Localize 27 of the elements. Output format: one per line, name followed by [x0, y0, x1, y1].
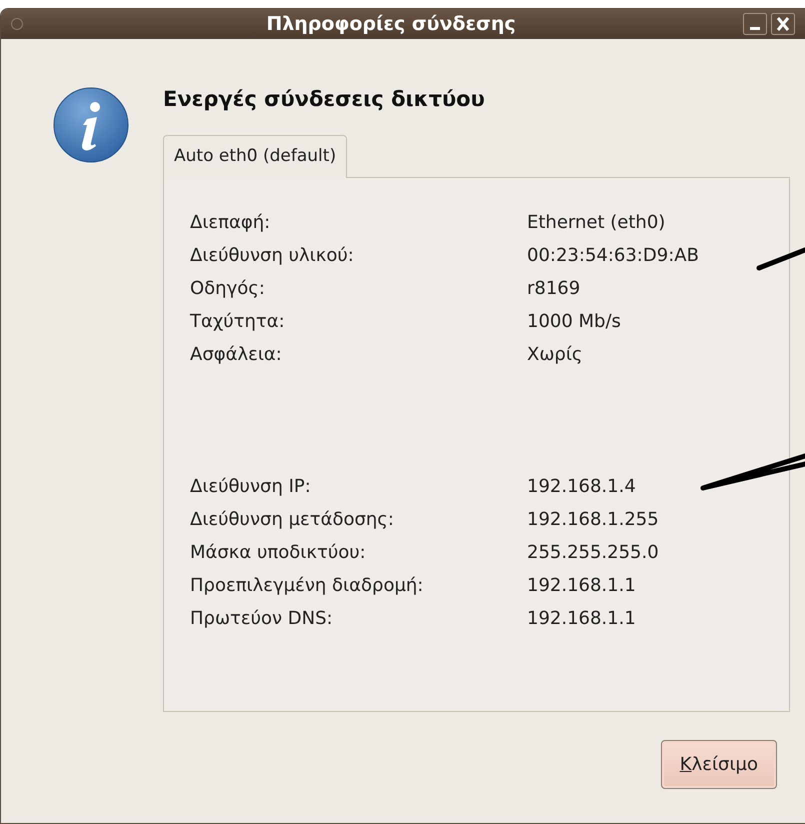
field-value: 192.168.1.255 — [527, 508, 659, 532]
field-label: Οδηγός: — [190, 277, 265, 301]
field-label: Πρωτεύον DNS: — [190, 607, 333, 631]
field-value: 255.255.255.0 — [527, 541, 659, 565]
field-label: Διεύθυνση μετάδοσης: — [190, 508, 394, 532]
field-label: Διεύθυνση υλικού: — [190, 244, 354, 268]
window-title: Πληροφορίες σύνδεσης — [265, 13, 517, 35]
field-label: Διεύθυνση IP: — [190, 475, 311, 499]
field-label: Ταχύτητα: — [190, 310, 285, 334]
field-label: Μάσκα υποδικτύου: — [190, 541, 366, 565]
field-value: 00:23:54:63:D9:AB — [527, 244, 699, 268]
section-heading: Ενεργές σύνδεσεις δικτύου — [163, 87, 486, 111]
close-button[interactable]: Κλείσιμο — [660, 740, 777, 789]
connection-tab[interactable]: Auto eth0 (default) — [163, 135, 348, 178]
leader-line — [756, 246, 805, 272]
field-value: Χωρίς — [527, 343, 582, 367]
minimize-icon[interactable] — [743, 13, 767, 35]
field-label: Ασφάλεια: — [190, 343, 282, 367]
field-value: r8169 — [527, 277, 580, 301]
close-icon[interactable] — [771, 13, 795, 35]
field-value: 192.168.1.1 — [527, 607, 636, 631]
field-value: 192.168.1.4 — [527, 475, 636, 499]
field-value: 1000 Mb/s — [527, 310, 621, 334]
field-label: Προεπιλεγμένη διαδρομή: — [190, 574, 424, 598]
field-value: 192.168.1.1 — [527, 574, 636, 598]
field-value: Ethernet (eth0) — [527, 211, 666, 235]
field-label: Διεπαφή: — [190, 211, 270, 235]
